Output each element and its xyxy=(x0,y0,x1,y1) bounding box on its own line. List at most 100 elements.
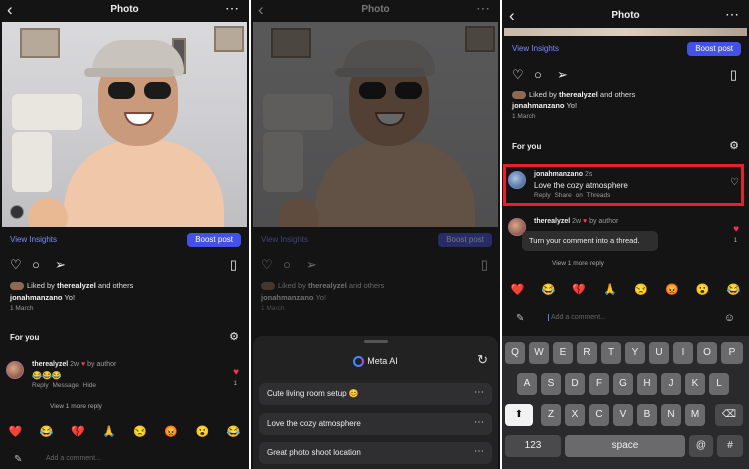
key-s[interactable]: S xyxy=(541,373,561,395)
key-t[interactable]: T xyxy=(601,342,621,364)
key-z[interactable]: Z xyxy=(541,404,561,426)
comment-icon[interactable]: ○ xyxy=(32,258,40,272)
emoji-button[interactable]: 😮 xyxy=(195,425,209,438)
key-l[interactable]: L xyxy=(709,373,729,395)
emoji-button[interactable]: ❤️ xyxy=(511,283,525,296)
key-q[interactable]: Q xyxy=(505,342,525,364)
key-e[interactable]: E xyxy=(553,342,573,364)
hash-key[interactable]: # xyxy=(717,435,743,457)
post-photo-edge[interactable] xyxy=(504,28,747,36)
bookmark-icon[interactable]: ▯ xyxy=(730,68,737,82)
view-insights-link[interactable]: View Insights xyxy=(512,44,559,53)
liked-by[interactable]: Liked by therealyzel and others xyxy=(512,90,635,100)
backspace-icon[interactable]: ⌫ xyxy=(715,404,743,426)
send-icon[interactable]: ➢ xyxy=(55,258,66,272)
key-o[interactable]: O xyxy=(697,342,717,364)
comment-header: therealyzel 2w ♥ by author xyxy=(534,218,619,225)
page-title: Photo xyxy=(361,4,390,15)
key-x[interactable]: X xyxy=(565,404,585,426)
tagged-user-icon[interactable] xyxy=(10,205,24,219)
space-key[interactable]: space xyxy=(565,435,685,457)
view-more-replies[interactable]: View 1 more reply xyxy=(50,403,102,410)
more-icon[interactable]: ⋯ xyxy=(225,0,239,17)
add-comment-input[interactable]: Add a comment... xyxy=(46,455,101,462)
emoji-button[interactable]: 🙏 xyxy=(603,283,617,296)
view-insights-link[interactable]: View Insights xyxy=(10,235,57,244)
suggestion-item[interactable]: Great photo shoot location ⋯ xyxy=(259,442,492,464)
emoji-button[interactable]: 💔 xyxy=(572,283,586,296)
key-p[interactable]: P xyxy=(721,342,743,364)
post-photo[interactable] xyxy=(2,22,247,227)
emoji-button[interactable]: 😒 xyxy=(133,425,147,438)
refresh-icon[interactable]: ↻ xyxy=(477,352,488,368)
key-i[interactable]: I xyxy=(673,342,693,364)
avatar[interactable] xyxy=(6,361,24,379)
more-icon[interactable]: ⋯ xyxy=(474,446,484,457)
like-count: 1 xyxy=(233,381,237,387)
sticker-icon[interactable]: ☺ xyxy=(724,312,735,324)
suggestion-item[interactable]: Love the cozy atmosphere ⋯ xyxy=(259,413,492,435)
pencil-icon[interactable]: ✎ xyxy=(14,454,22,465)
heart-icon[interactable]: ♡ xyxy=(512,68,524,82)
emoji-button[interactable]: 😡 xyxy=(164,425,178,438)
filter-icon[interactable]: ⚙ xyxy=(729,139,739,152)
key-y[interactable]: Y xyxy=(625,342,645,364)
key-u[interactable]: U xyxy=(649,342,669,364)
action-bar: ♡ ○ ➢ ▯ xyxy=(0,258,249,274)
emoji-button[interactable]: 😒 xyxy=(634,283,648,296)
emoji-button[interactable]: 💔 xyxy=(71,425,85,438)
comment-icon[interactable]: ○ xyxy=(534,68,542,82)
comment-like-icon[interactable]: ♥ xyxy=(733,224,739,235)
view-more-replies[interactable]: View 1 more reply xyxy=(552,260,604,267)
emoji-button[interactable]: ❤️ xyxy=(9,425,23,438)
key-c[interactable]: C xyxy=(589,404,609,426)
key-a[interactable]: A xyxy=(517,373,537,395)
for-you-label: For you xyxy=(512,142,542,151)
key-w[interactable]: W xyxy=(529,342,549,364)
boost-post-button[interactable]: Boost post xyxy=(687,42,741,56)
sheet-grabber[interactable] xyxy=(363,340,388,343)
shift-key-icon[interactable]: ⬆ xyxy=(505,404,533,426)
emoji-button[interactable]: 😂 xyxy=(727,283,741,296)
emoji-button[interactable]: 😂 xyxy=(541,283,555,296)
numbers-key[interactable]: 123 xyxy=(505,435,561,457)
key-g[interactable]: G xyxy=(613,373,633,395)
send-icon[interactable]: ➢ xyxy=(557,68,568,82)
key-k[interactable]: K xyxy=(685,373,705,395)
heart-icon[interactable]: ♡ xyxy=(10,258,22,272)
filter-icon[interactable]: ⚙ xyxy=(229,330,239,343)
pencil-icon[interactable]: ✎ xyxy=(516,313,524,324)
add-comment-input[interactable]: Add a comment... xyxy=(548,314,606,321)
suggestion-item[interactable]: Cute living room setup 😊 ⋯ xyxy=(259,383,492,405)
boost-post-button: Boost post xyxy=(438,233,492,247)
key-v[interactable]: V xyxy=(613,404,633,426)
more-icon[interactable]: ⋯ xyxy=(725,6,739,23)
emoji-button[interactable]: 😮 xyxy=(696,283,710,296)
key-m[interactable]: M xyxy=(685,404,705,426)
add-comment-row: ✎ Add a comment... ☺ xyxy=(502,311,749,329)
more-icon[interactable]: ⋯ xyxy=(474,387,484,398)
more-icon[interactable]: ⋯ xyxy=(474,417,484,428)
liked-by[interactable]: Liked by therealyzel and others xyxy=(10,281,133,291)
key-n[interactable]: N xyxy=(661,404,681,426)
key-d[interactable]: D xyxy=(565,373,585,395)
key-f[interactable]: F xyxy=(589,373,609,395)
more-icon[interactable]: ⋯ xyxy=(476,0,490,17)
emoji-button[interactable]: 😂 xyxy=(227,425,241,438)
key-j[interactable]: J xyxy=(661,373,681,395)
chair xyxy=(12,132,52,192)
emoji-button[interactable]: 😂 xyxy=(40,425,54,438)
key-h[interactable]: H xyxy=(637,373,657,395)
emoji-button[interactable]: 😡 xyxy=(665,283,679,296)
page-title: Photo xyxy=(611,10,640,21)
key-r[interactable]: R xyxy=(577,342,597,364)
comment-like-icon[interactable]: ♥ xyxy=(233,367,239,378)
key-b[interactable]: B xyxy=(637,404,657,426)
at-key[interactable]: @ xyxy=(689,435,713,457)
emoji-button[interactable]: 🙏 xyxy=(102,425,116,438)
boost-post-button[interactable]: Boost post xyxy=(187,233,241,247)
meta-ai-sheet: Meta AI ↻ Cute living room setup 😊 ⋯ Love… xyxy=(253,336,498,469)
comment-icon: ○ xyxy=(283,257,291,272)
threads-tooltip[interactable]: Turn your comment into a thread. xyxy=(522,231,658,251)
bookmark-icon[interactable]: ▯ xyxy=(230,258,237,272)
